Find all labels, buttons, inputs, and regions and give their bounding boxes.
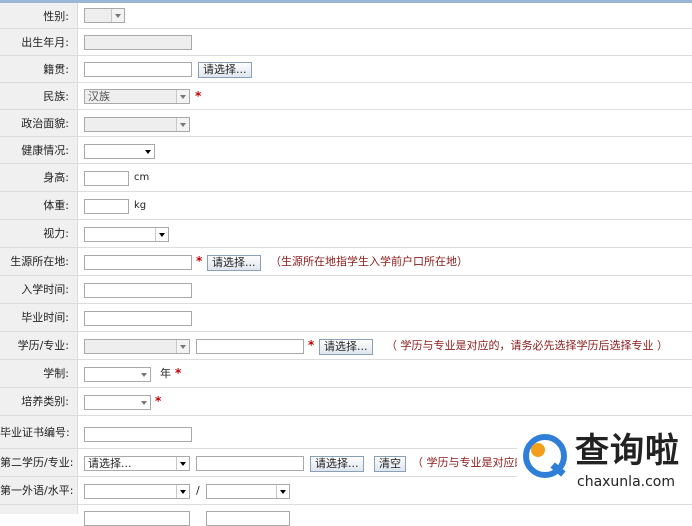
major-input[interactable] xyxy=(196,339,304,354)
gender-select[interactable] xyxy=(84,8,125,23)
chevron-down-icon xyxy=(138,396,150,409)
certificate-label: 毕业证书编号: xyxy=(0,416,78,448)
row-height: 身高: cm xyxy=(0,164,692,192)
height-label: 身高: xyxy=(0,164,78,191)
row-health: 健康情况: xyxy=(0,137,692,164)
training-select[interactable] xyxy=(84,395,151,410)
row-origin: 生源所在地: * 请选择... （生源所在地指学生入学前户口所在地） xyxy=(0,248,692,276)
row-enroll: 入学时间: xyxy=(0,276,692,304)
required-mark: * xyxy=(175,366,182,380)
required-mark: * xyxy=(308,338,315,352)
next-level-select[interactable] xyxy=(206,511,290,526)
chevron-down-icon xyxy=(155,228,168,241)
language-label: 第一外语/水平: xyxy=(0,477,78,504)
required-mark: * xyxy=(195,89,202,103)
native-input[interactable] xyxy=(84,62,192,77)
second-degree-select[interactable]: 请选择... xyxy=(84,456,190,471)
vision-label: 视力: xyxy=(0,220,78,247)
enroll-input[interactable] xyxy=(84,283,192,298)
vision-select[interactable] xyxy=(84,227,169,242)
next-label xyxy=(0,505,78,514)
row-ethnic: 民族: 汉族 * xyxy=(0,83,692,110)
row-years: 学制: 年 * xyxy=(0,360,692,388)
native-choose-button[interactable]: 请选择... xyxy=(198,62,252,78)
health-select[interactable] xyxy=(84,144,155,159)
row-vision: 视力: xyxy=(0,220,692,248)
enroll-label: 入学时间: xyxy=(0,276,78,303)
language-level-select[interactable] xyxy=(206,484,290,499)
row-weight: 体重: kg xyxy=(0,192,692,220)
required-mark: * xyxy=(155,394,162,408)
chevron-down-icon xyxy=(276,485,289,498)
chevron-down-icon xyxy=(138,368,150,381)
political-select[interactable] xyxy=(84,117,190,132)
degree-major-note: （ 学历与专业是对应的，请务必先选择学历后选择专业 ） xyxy=(386,339,668,352)
training-label: 培养类别: xyxy=(0,388,78,415)
watermark-url: chaxunla.com xyxy=(577,474,675,490)
gender-label: 性别: xyxy=(0,3,78,28)
second-degree-choose-button[interactable]: 请选择... xyxy=(310,456,364,472)
health-label: 健康情况: xyxy=(0,137,78,163)
years-unit: 年 xyxy=(160,367,171,380)
political-label: 政治面貌: xyxy=(0,110,78,136)
origin-choose-button[interactable]: 请选择... xyxy=(207,255,261,271)
graduate-label: 毕业时间: xyxy=(0,304,78,331)
ethnic-value: 汉族 xyxy=(88,90,110,103)
chevron-down-icon xyxy=(111,9,124,22)
next-select[interactable] xyxy=(84,511,190,526)
origin-input[interactable] xyxy=(84,255,192,270)
years-select[interactable] xyxy=(84,367,151,382)
degree-major-label: 学历/专业: xyxy=(0,332,78,359)
ethnic-select[interactable]: 汉族 xyxy=(84,89,190,104)
weight-label: 体重: xyxy=(0,192,78,219)
second-degree-note: （ 学历与专业是对应的 xyxy=(412,456,526,469)
chevron-down-icon xyxy=(176,90,189,103)
chevron-down-icon xyxy=(145,150,151,154)
row-political: 政治面貌: xyxy=(0,110,692,137)
ethnic-label: 民族: xyxy=(0,83,78,109)
row-degree-major: 学历/专业: * 请选择... （ 学历与专业是对应的，请务必先选择学历后选择专… xyxy=(0,332,692,360)
graduate-input[interactable] xyxy=(84,311,192,326)
certificate-input[interactable] xyxy=(84,427,192,442)
weight-input[interactable] xyxy=(84,199,129,214)
birth-input[interactable] xyxy=(84,35,192,50)
language-select[interactable] xyxy=(84,484,190,499)
degree-select[interactable] xyxy=(84,339,190,354)
watermark-logo: 查询啦 chaxunla.com xyxy=(517,428,692,498)
watermark-title: 查询啦 xyxy=(575,431,680,471)
row-graduate: 毕业时间: xyxy=(0,304,692,332)
magnifier-dot xyxy=(531,443,545,457)
origin-label: 生源所在地: xyxy=(0,248,78,275)
native-label: 籍贯: xyxy=(0,56,78,82)
row-native: 籍贯: 请选择... xyxy=(0,56,692,83)
second-major-input[interactable] xyxy=(196,456,304,471)
weight-unit: kg xyxy=(134,200,147,211)
height-input[interactable] xyxy=(84,171,129,186)
row-gender: 性别: xyxy=(0,3,692,29)
chevron-down-icon xyxy=(176,118,189,131)
row-training: 培养类别: * xyxy=(0,388,692,416)
language-separator: / xyxy=(196,484,200,497)
required-mark: * xyxy=(196,254,203,268)
second-degree-clear-button[interactable]: 清空 xyxy=(374,456,406,472)
chevron-down-icon xyxy=(176,485,189,498)
years-label: 学制: xyxy=(0,360,78,387)
second-degree-label: 第二学历/专业: xyxy=(0,449,78,476)
birth-label: 出生年月: xyxy=(0,29,78,55)
row-next-partial xyxy=(0,505,692,526)
degree-major-choose-button[interactable]: 请选择... xyxy=(319,339,373,355)
origin-note: （生源所在地指学生入学前户口所在地） xyxy=(270,255,468,268)
chevron-down-icon xyxy=(176,457,189,470)
chevron-down-icon xyxy=(176,340,189,353)
row-birth: 出生年月: xyxy=(0,29,692,56)
height-unit: cm xyxy=(134,172,150,183)
second-degree-select-value: 请选择... xyxy=(88,457,132,470)
